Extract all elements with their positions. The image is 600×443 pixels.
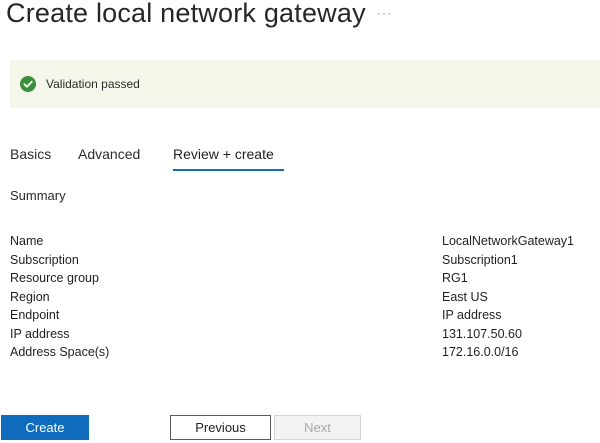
summary-row-region: Region East US [10, 290, 590, 309]
summary-value: 172.16.0.0/16 [442, 345, 519, 359]
summary-row-endpoint: Endpoint IP address [10, 308, 590, 327]
summary-value: 131.107.50.60 [442, 326, 522, 341]
summary-key: Resource group [10, 271, 99, 285]
summary-row-address-space: Address Space(s) 172.16.0.0/16 [10, 345, 590, 364]
page-title: Create local network gateway [6, 0, 366, 28]
summary-value: East US [442, 289, 488, 304]
next-button[interactable]: Next [274, 415, 361, 440]
check-circle-icon [20, 76, 36, 92]
active-tab-indicator [173, 169, 284, 171]
summary-key: Address Space(s) [10, 345, 110, 359]
tab-review-create[interactable]: Review + create [173, 146, 274, 162]
previous-button[interactable]: Previous [170, 415, 271, 440]
summary-value: Subscription1 [442, 252, 518, 267]
summary-value: LocalNetworkGateway1 [442, 234, 575, 248]
summary-row-name: Name LocalNetworkGateway1 [10, 234, 590, 253]
tab-basics[interactable]: Basics [10, 146, 51, 162]
validation-message: Validation passed [46, 77, 140, 91]
summary-key: Name [10, 234, 44, 248]
summary-row-resource-group: Resource group RG1 [10, 271, 590, 290]
create-local-network-gateway-page: Create local network gateway ··· Validat… [0, 0, 600, 443]
summary-key: IP address [10, 326, 70, 341]
tab-advanced[interactable]: Advanced [78, 146, 140, 162]
validation-banner: Validation passed [10, 60, 600, 108]
summary-row-subscription: Subscription Subscription1 [10, 253, 590, 272]
summary-list: Name LocalNetworkGateway1 Subscription S… [10, 234, 590, 364]
summary-value: RG1 [442, 271, 468, 285]
summary-key: Subscription [10, 252, 79, 267]
summary-key: Region [10, 289, 50, 304]
summary-key: Endpoint [10, 308, 60, 322]
summary-value: IP address [442, 308, 502, 322]
more-options-icon[interactable]: ··· [377, 6, 392, 20]
summary-row-ip-address: IP address 131.107.50.60 [10, 327, 590, 346]
summary-heading: Summary [10, 188, 66, 203]
create-button[interactable]: Create [1, 415, 89, 440]
